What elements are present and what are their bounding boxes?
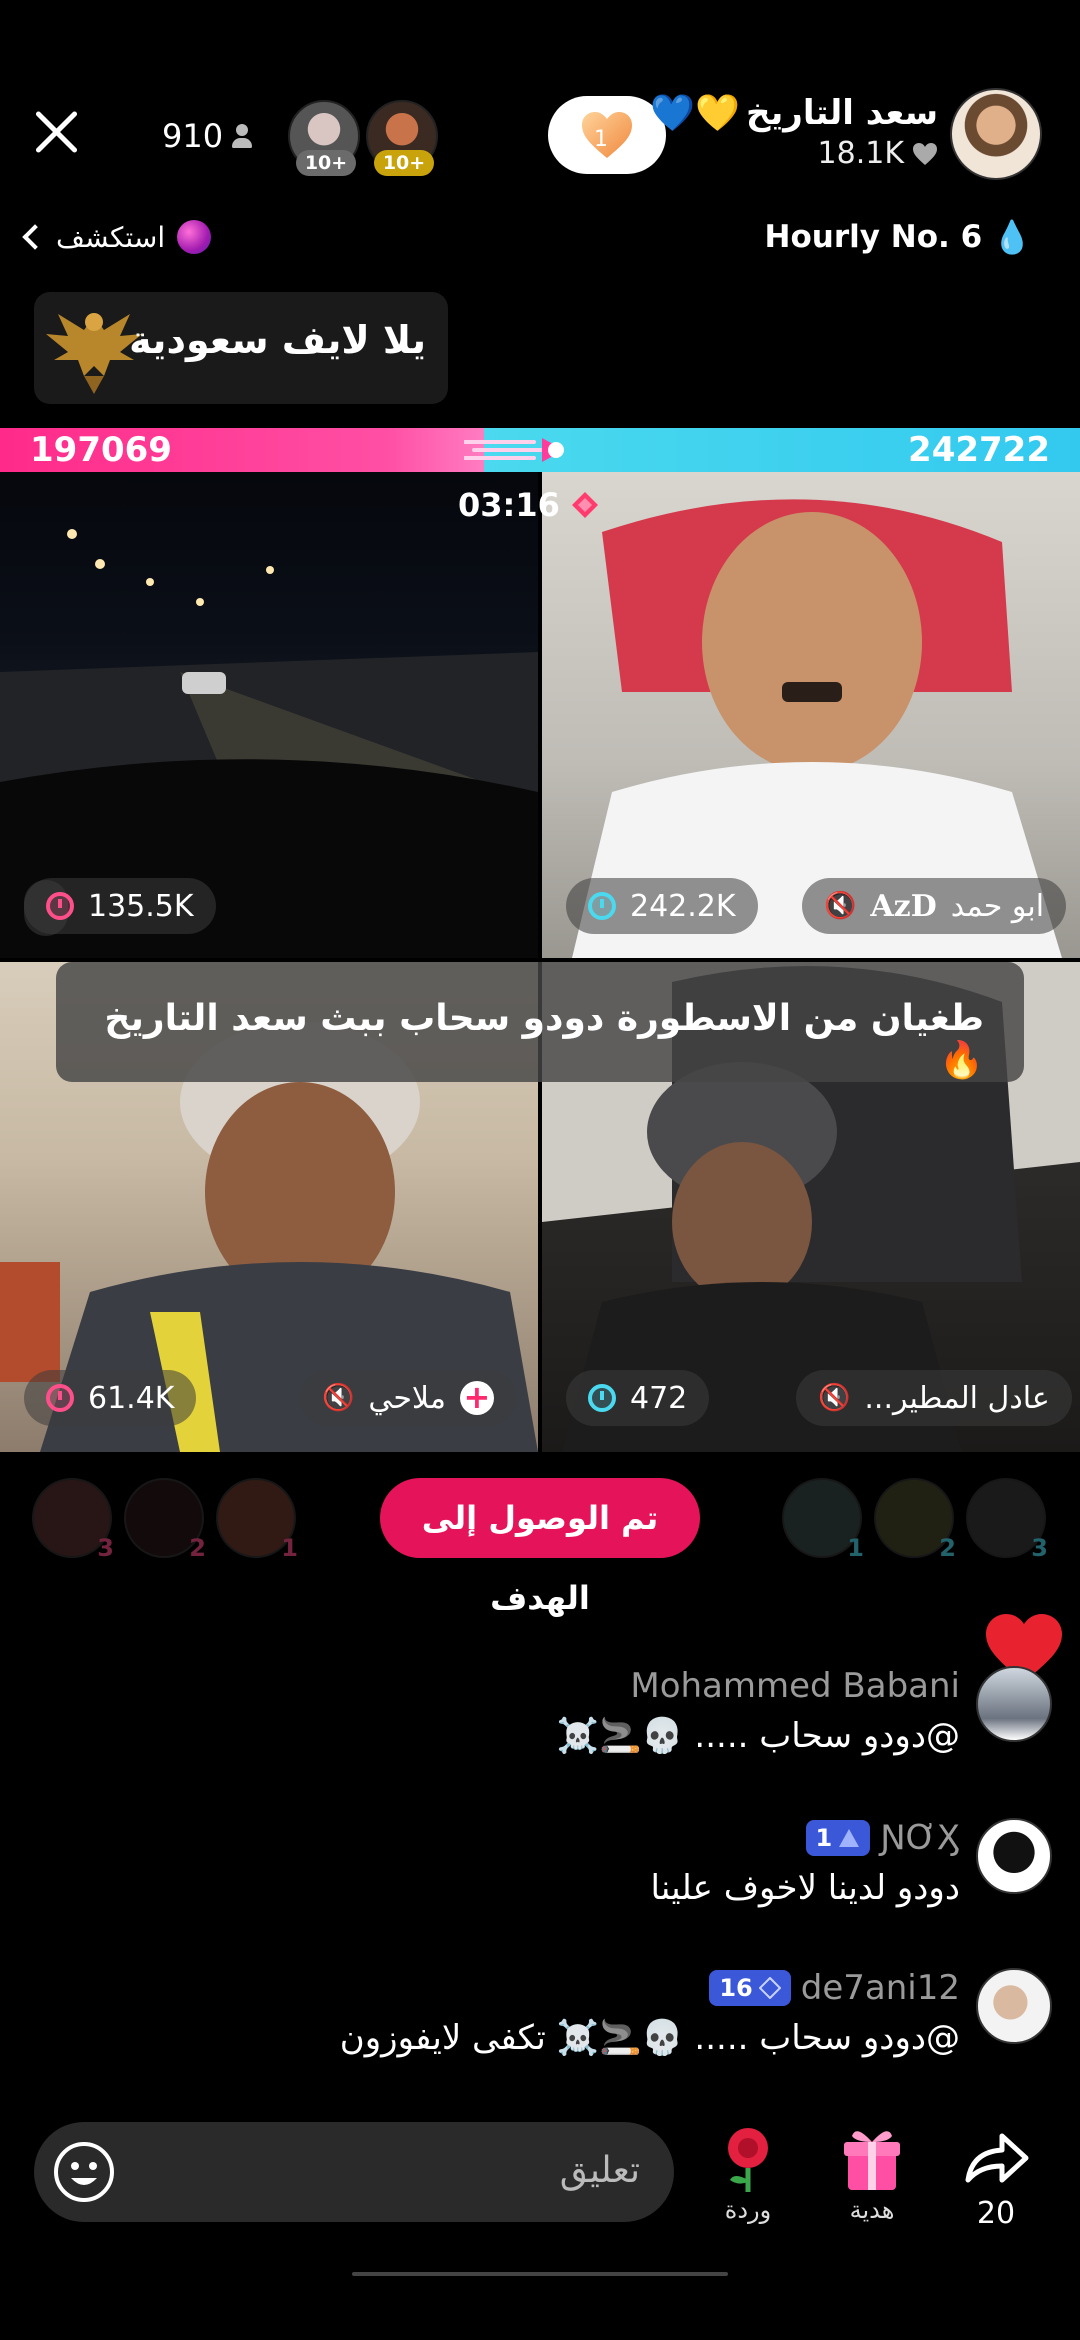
viewer-count[interactable]: 910 <box>162 114 253 158</box>
battle-timer: 03:16 <box>458 486 602 524</box>
top-viewer-avatar-1[interactable]: 10+ <box>288 100 360 176</box>
pinned-banner[interactable]: يلا لايف سعودية <box>34 292 448 404</box>
guest-score: 472 <box>630 1380 688 1416</box>
level-value: 1 <box>815 1824 833 1852</box>
rose-label: وردة <box>724 2196 772 2224</box>
announcement-text: طغيان من الاسطورة دودو سحاب ببث سعد التا… <box>56 998 984 1081</box>
comment-placeholder: تعليق <box>559 2150 640 2191</box>
alarm-icon <box>588 892 616 920</box>
alarm-icon <box>588 1384 616 1412</box>
guest-score-pill[interactable]: 242.2K <box>566 878 758 934</box>
comment-username[interactable]: ƝƠӼ <box>880 1818 960 1858</box>
comment-text: دودو لدينا لاخوف علينا <box>650 1868 960 1908</box>
host-hearts: 💙💛 <box>650 93 740 134</box>
level-badge: 16 <box>709 1970 791 2006</box>
guest-name: عادل المطير... <box>864 1380 1050 1416</box>
goal-reached-button[interactable]: تم الوصول إلى الهدف <box>380 1478 700 1617</box>
level-badge: 1 <box>805 1820 871 1856</box>
comment-item[interactable]: 1 ƝƠӼ دودو لدينا لاخوف علينا <box>651 1818 1052 1908</box>
chevron-left-icon <box>22 224 48 250</box>
guest-score: 242.2K <box>630 888 736 924</box>
flame-drop-icon: 💧 <box>992 218 1032 256</box>
top-viewer-avatar-2[interactable]: 10+ <box>366 100 438 176</box>
comment-avatar[interactable] <box>976 1666 1052 1742</box>
guest-score-pill[interactable]: 135.5K <box>24 878 216 934</box>
battle-vs-icon <box>571 492 598 518</box>
top-fan-avatar[interactable]: 3 <box>966 1478 1048 1562</box>
battle-score-left: 197069 <box>30 430 172 470</box>
planet-icon <box>177 220 212 254</box>
smile-icon[interactable] <box>52 2140 116 2204</box>
mute-icon: 🔇 <box>818 1383 851 1413</box>
announcement-message: طغيان من الاسطورة دودو سحاب ببث سعد التا… <box>104 998 984 1039</box>
hourly-rank-label: Hourly No. 6 <box>764 219 983 255</box>
comment-text: @دودو سحاب ..... 💀🚬☠️ تكفى لايفوزون <box>339 2018 960 2058</box>
rose-icon <box>728 2128 768 2192</box>
top-viewer-badge: 10+ <box>296 150 356 176</box>
guest-tag: AzD <box>870 888 937 924</box>
home-indicator <box>352 2272 728 2276</box>
comment-username[interactable]: de7ani12 <box>801 1968 960 2008</box>
top-fan-avatar[interactable]: 3 <box>32 1478 114 1562</box>
rose-button[interactable]: وردة <box>698 2122 798 2224</box>
share-button[interactable]: 20 <box>946 2122 1046 2231</box>
guest-name-pill[interactable]: عادل المطير... 🔇 <box>796 1370 1072 1426</box>
announcement-banner: طغيان من الاسطورة دودو سحاب ببث سعد التا… <box>56 962 1024 1082</box>
guest-name-pill[interactable]: + ملاحي 🔇 <box>300 1370 516 1426</box>
top-viewer-badge: 10+ <box>374 150 434 176</box>
pinned-title: يلا لايف سعودية <box>129 318 426 362</box>
hourly-rank[interactable]: Hourly No. 6 💧 <box>765 218 1032 256</box>
guest-score: 135.5K <box>88 888 194 924</box>
gift-label: هدية <box>849 2196 895 2224</box>
share-icon <box>965 2133 1029 2183</box>
battle-streak-icon <box>464 438 564 462</box>
follow-count: 1 <box>594 127 608 152</box>
comment-avatar[interactable] <box>976 1818 1052 1894</box>
comment-text: @دودو سحاب ..... 💀🚬☠️ <box>556 1716 960 1756</box>
person-icon <box>231 122 253 150</box>
top-fan-avatar[interactable]: 1 <box>782 1478 864 1562</box>
level-value: 16 <box>719 1974 753 2002</box>
alarm-icon <box>46 1384 74 1412</box>
follow-button[interactable]: 1 <box>548 96 666 174</box>
host-avatar[interactable] <box>950 88 1042 180</box>
guest-name: ابو حمد <box>950 888 1045 924</box>
share-count: 20 <box>976 2196 1016 2231</box>
top-fan-avatar[interactable]: 2 <box>874 1478 956 1562</box>
guest-score-pill[interactable]: 472 <box>566 1370 710 1426</box>
comment-input[interactable]: تعليق <box>34 2122 674 2222</box>
comment-username[interactable]: Mohammed Babani <box>630 1666 960 1706</box>
gift-button[interactable]: هدية <box>822 2122 922 2224</box>
explore-button[interactable]: استكشف <box>22 220 212 254</box>
battle-timer-value: 03:16 <box>458 486 560 524</box>
mute-icon: 🔇 <box>824 891 857 921</box>
top-fan-avatar[interactable]: 1 <box>216 1478 298 1562</box>
guest-score: 61.4K <box>88 1380 175 1416</box>
host-name-row[interactable]: سعد التاريخ 💙💛 <box>650 92 938 134</box>
comment-avatar[interactable] <box>976 1968 1052 2044</box>
diamond-icon <box>758 1977 781 1999</box>
plus-icon[interactable]: + <box>459 1381 494 1415</box>
guest-name-pill[interactable]: ابو حمد AzD 🔇 <box>802 878 1067 934</box>
heart-icon <box>913 142 937 165</box>
comment-item[interactable]: 16 de7ani12 @دودو سحاب ..... 💀🚬☠️ تكفى ل… <box>340 1968 1052 2058</box>
explore-label: استكشف <box>56 220 166 254</box>
guest-score-pill[interactable]: 61.4K <box>24 1370 197 1426</box>
heart-icon: 1 <box>582 112 632 158</box>
gift-icon <box>844 2131 900 2190</box>
viewer-count-value: 910 <box>162 117 224 155</box>
fire-icon: 🔥 <box>939 1040 984 1081</box>
mute-icon: 🔇 <box>322 1383 355 1413</box>
alarm-icon <box>46 892 74 920</box>
host-name: سعد التاريخ <box>745 93 938 133</box>
host-likes-row: 18.1K <box>818 136 938 171</box>
top-fan-avatar[interactable]: 2 <box>124 1478 206 1562</box>
close-icon[interactable] <box>24 100 88 164</box>
comment-item[interactable]: Mohammed Babani @دودو سحاب ..... 💀🚬☠️ <box>557 1666 1052 1756</box>
host-likes: 18.1K <box>817 136 904 171</box>
guest-name: ملاحي <box>368 1380 446 1416</box>
level-icon <box>839 1829 860 1847</box>
battle-score-right: 242722 <box>908 430 1050 470</box>
